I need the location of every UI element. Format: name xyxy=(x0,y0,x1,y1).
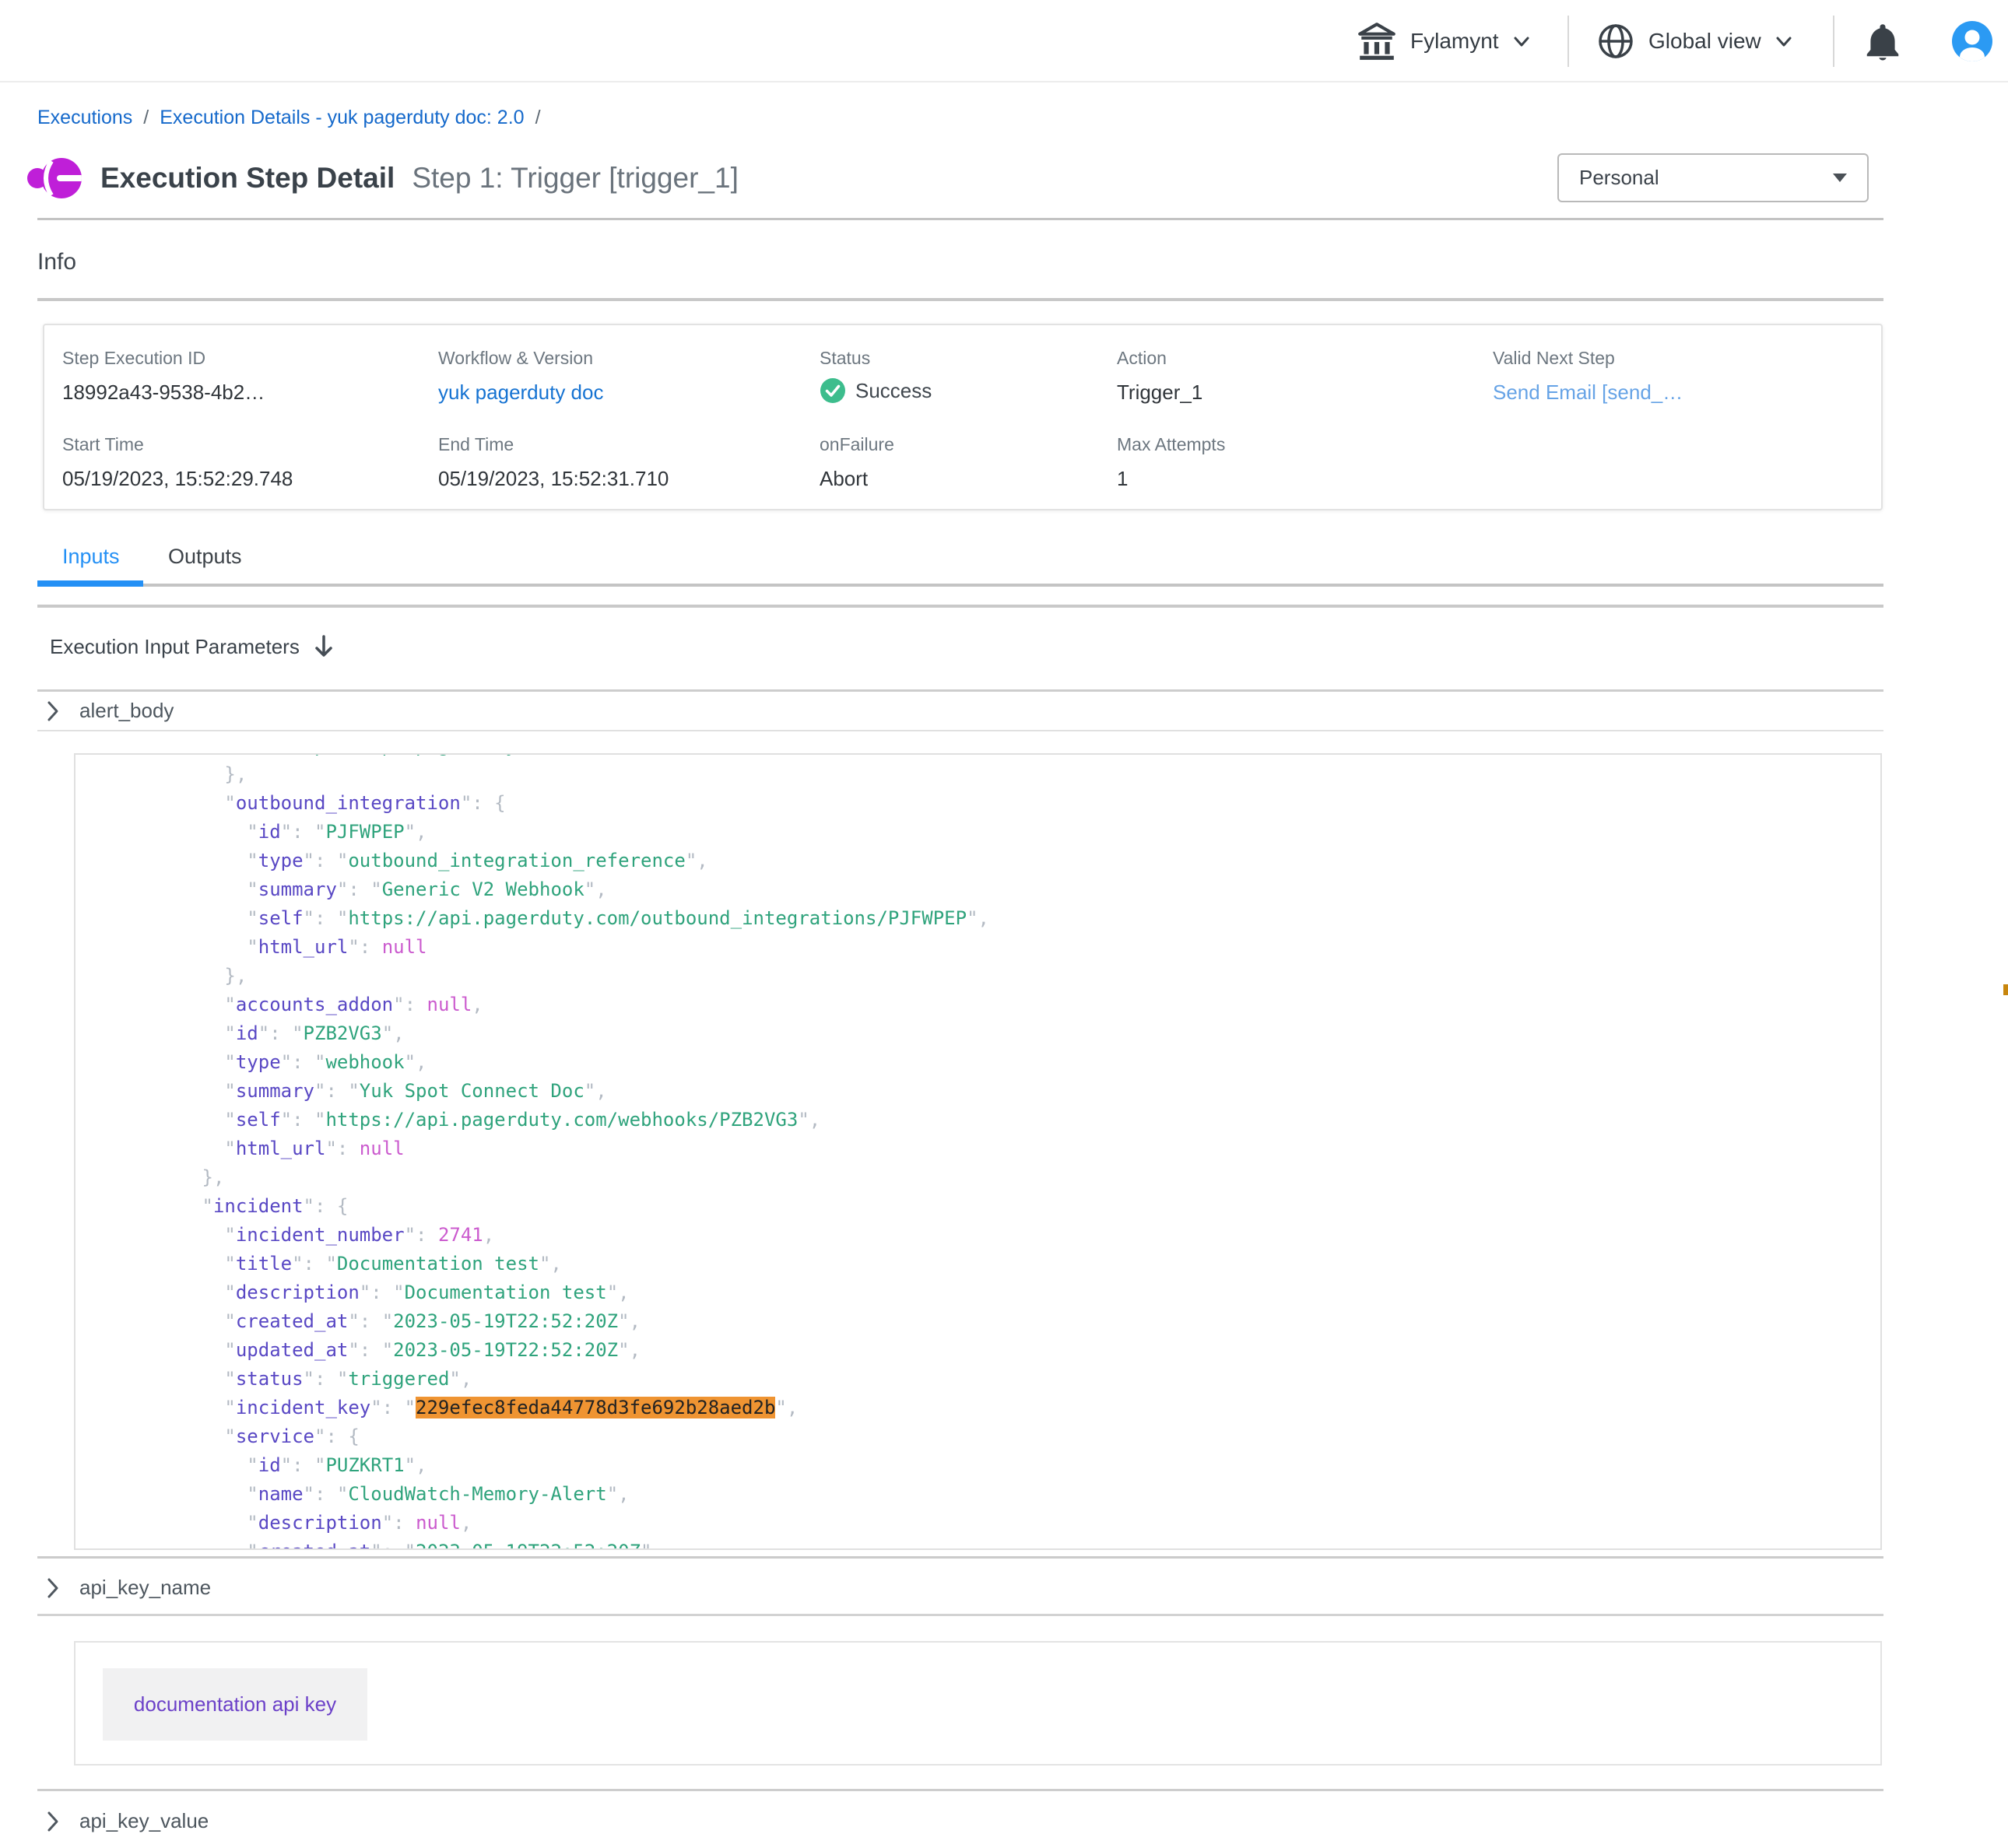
scope-select[interactable]: Personal xyxy=(1557,153,1869,202)
row-divider xyxy=(37,730,1883,731)
organization-icon xyxy=(1356,20,1398,62)
field-label-max-attempts: Max Attempts xyxy=(1117,434,1225,455)
active-tab-indicator xyxy=(37,580,143,587)
field-label-start-time: Start Time xyxy=(62,434,144,455)
row-divider xyxy=(37,1614,1883,1616)
org-switcher[interactable]: Fylamynt xyxy=(1356,0,1532,82)
api-key-name-value-panel: documentation api key xyxy=(74,1641,1882,1766)
tab-outputs[interactable]: Outputs xyxy=(168,545,242,569)
breadcrumb-separator: / xyxy=(143,107,149,129)
info-heading: Info xyxy=(37,249,76,275)
field-label-valid-next-step: Valid Next Step xyxy=(1493,348,1615,369)
api-key-name-chip-label: documentation api key xyxy=(134,1692,336,1717)
section-divider xyxy=(37,298,1883,301)
breadcrumb-link-execution-details[interactable]: Execution Details - yuk pagerduty doc: 2… xyxy=(160,107,524,129)
status-text: Success xyxy=(855,379,932,403)
api-key-name-chip[interactable]: documentation api key xyxy=(103,1668,367,1741)
field-value-end-time: 05/19/2023, 15:52:31.710 xyxy=(438,467,669,491)
field-label-end-time: End Time xyxy=(438,434,514,455)
workflow-logo-icon xyxy=(26,149,83,207)
accordion-row-api-key-name[interactable]: api_key_name xyxy=(45,1576,211,1600)
tab-baseline xyxy=(37,584,1883,587)
download-arrow-icon[interactable] xyxy=(314,633,334,660)
field-value-max-attempts: 1 xyxy=(1117,467,1128,491)
accordion-label-alert-body: alert_body xyxy=(79,699,174,723)
breadcrumb-link-executions[interactable]: Executions xyxy=(37,107,132,129)
field-label-action: Action xyxy=(1117,348,1167,369)
success-check-icon xyxy=(820,377,846,404)
field-value-workflow-link[interactable]: yuk pagerduty doc xyxy=(438,380,603,405)
field-value-next-step-link[interactable]: Send Email [send_… xyxy=(1493,380,1683,405)
accordion-label-api-key-name: api_key_name xyxy=(79,1576,211,1600)
chevron-right-icon xyxy=(45,1577,61,1599)
topbar-divider xyxy=(1567,16,1569,67)
execution-input-parameters-header: Execution Input Parameters xyxy=(50,633,334,660)
field-value-step-execution-id: 18992a43-9538-4b2… xyxy=(62,380,265,405)
accordion-row-alert-body[interactable]: alert_body xyxy=(45,699,174,723)
org-chevron-down-icon xyxy=(1511,31,1532,51)
row-divider xyxy=(37,1556,1883,1559)
page-title: Execution Step Detail xyxy=(100,162,395,195)
globe-icon xyxy=(1596,21,1636,61)
field-label-step-execution-id: Step Execution ID xyxy=(62,348,205,369)
section-divider xyxy=(37,218,1883,220)
field-label-onfailure: onFailure xyxy=(820,434,894,455)
field-label-status: Status xyxy=(820,348,870,369)
field-value-status: Success xyxy=(820,377,932,404)
breadcrumb-separator: / xyxy=(535,107,541,129)
topbar-divider xyxy=(1833,16,1834,67)
scrollbar-highlight-marker[interactable] xyxy=(2003,984,2008,995)
user-avatar[interactable] xyxy=(1952,21,1992,61)
bell-icon xyxy=(1862,20,1904,62)
page-subtitle: Step 1: Trigger [trigger_1] xyxy=(412,162,739,195)
chevron-right-icon xyxy=(45,1811,61,1832)
field-value-action: Trigger_1 xyxy=(1117,380,1202,405)
breadcrumb: Executions / Execution Details - yuk pag… xyxy=(37,107,541,129)
row-divider xyxy=(37,689,1883,692)
execution-input-parameters-title: Execution Input Parameters xyxy=(50,635,300,659)
section-divider xyxy=(37,605,1883,608)
accordion-row-api-key-value[interactable]: api_key_value xyxy=(45,1809,209,1833)
caret-down-icon xyxy=(1831,172,1848,184)
code-content: "https://api.pagerduty.com/incidents/PZB… xyxy=(75,753,989,1550)
row-divider xyxy=(37,1789,1883,1791)
notifications-button[interactable] xyxy=(1862,0,1904,82)
org-name: Fylamynt xyxy=(1410,29,1499,54)
accordion-label-api-key-value: api_key_value xyxy=(79,1809,209,1833)
view-chevron-down-icon xyxy=(1774,31,1794,51)
title-row: Execution Step Detail Step 1: Trigger [t… xyxy=(26,149,739,207)
alert-body-json-viewer[interactable]: "https://api.pagerduty.com/incidents/PZB… xyxy=(74,753,1882,1550)
top-bar: Fylamynt Global view xyxy=(0,0,2008,82)
tab-inputs[interactable]: Inputs xyxy=(62,545,120,569)
view-switcher[interactable]: Global view xyxy=(1596,0,1794,82)
chevron-right-icon xyxy=(45,700,61,722)
field-label-workflow-version: Workflow & Version xyxy=(438,348,593,369)
field-value-onfailure: Abort xyxy=(820,467,868,491)
execution-step-detail-page: Fylamynt Global view xyxy=(0,0,2008,1848)
scope-select-value: Personal xyxy=(1579,166,1659,190)
view-name: Global view xyxy=(1648,29,1761,54)
field-value-start-time: 05/19/2023, 15:52:29.748 xyxy=(62,467,293,491)
